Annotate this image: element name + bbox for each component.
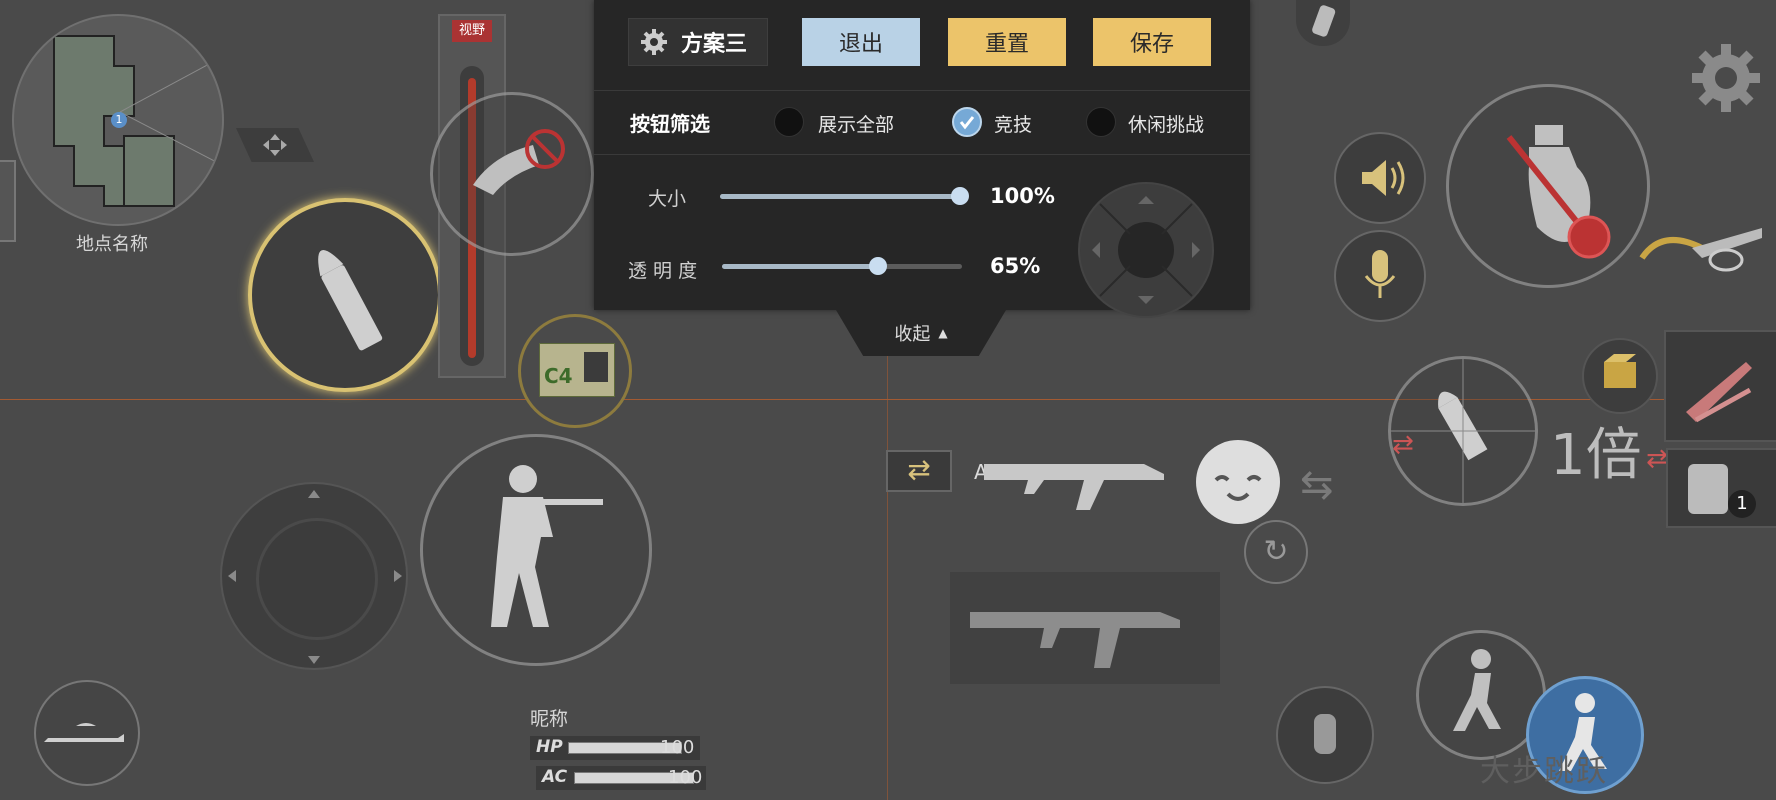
filter-show-all-radio[interactable] <box>774 107 804 137</box>
fire-button[interactable] <box>420 434 652 666</box>
sight-label: 视野 <box>452 20 492 42</box>
save-button[interactable]: 保存 <box>1093 18 1211 66</box>
backpack-button[interactable]: 1 <box>1666 448 1776 528</box>
backpack-count: 1 <box>1728 490 1756 518</box>
player-nickname: 昵称 <box>530 708 569 730</box>
size-slider-knob[interactable] <box>951 187 969 205</box>
prone-icon <box>44 723 124 742</box>
primary-weapon-slot[interactable] <box>974 432 1214 512</box>
move-joystick[interactable] <box>220 482 408 670</box>
weapon-switch-button[interactable]: ⇄ <box>886 450 952 492</box>
weapon-skill-icon[interactable] <box>1622 208 1772 308</box>
grenade-top-icon[interactable] <box>1296 0 1350 46</box>
scheme-name: 方案三 <box>681 32 748 57</box>
emote-face-button[interactable] <box>1196 440 1280 524</box>
player-marker: 1 <box>111 112 127 128</box>
filter-competitive-label: 竞技 <box>994 114 1033 136</box>
throw-button[interactable] <box>430 92 594 256</box>
dpad-arrows-icon <box>1092 196 1200 304</box>
m4-rifle-icon <box>970 612 1180 668</box>
c4-icon: C4 <box>539 343 615 397</box>
size-value: 100% <box>990 184 1055 208</box>
backpack-icon <box>1688 464 1728 514</box>
filter-competitive-radio[interactable] <box>952 107 982 137</box>
exit-button[interactable]: 退出 <box>802 18 920 66</box>
hp-value: 100 <box>660 737 695 758</box>
ammo-box-icon <box>1604 354 1636 388</box>
speaker-icon <box>1362 160 1405 196</box>
filter-casual-label: 休闲挑战 <box>1128 114 1205 136</box>
swap-arrows-right-icon: ⇄ <box>1646 444 1668 474</box>
scope-zoom-label[interactable]: 1倍 <box>1550 410 1642 491</box>
hp-row: HP 100 <box>530 736 700 760</box>
size-slider-fill <box>720 194 960 199</box>
dpad-preview[interactable] <box>1078 182 1214 318</box>
reset-button[interactable]: 重置 <box>948 18 1066 66</box>
size-slider[interactable] <box>720 187 969 205</box>
panel-divider <box>594 154 1250 155</box>
microphone-icon <box>1364 250 1396 298</box>
filter-show-all-label: 展示全部 <box>818 114 895 136</box>
prone-button[interactable] <box>34 680 140 786</box>
minimap[interactable]: 1 <box>12 14 224 226</box>
filter-casual-radio[interactable] <box>1086 107 1116 137</box>
opacity-slider[interactable] <box>722 257 962 275</box>
caret-up-icon: ▲ <box>938 326 948 340</box>
gear-icon <box>641 29 667 55</box>
button-filter-title: 按钮筛选 <box>630 112 710 136</box>
opacity-slider-fill <box>722 264 878 269</box>
left-edge-tab[interactable] <box>0 160 16 242</box>
opacity-label: 透 明 度 <box>628 260 698 282</box>
opacity-value: 65% <box>990 254 1041 278</box>
ac-value: 100 <box>668 767 703 788</box>
reload-button[interactable] <box>248 198 442 392</box>
sprint-label: 大步跳跃 <box>1480 754 1608 789</box>
hand-throw-icon <box>473 129 565 195</box>
settings-gear-icon[interactable] <box>1688 40 1764 116</box>
soldier-aim-icon <box>491 465 603 627</box>
move-arrows-icon[interactable] <box>236 128 314 162</box>
opacity-slider-knob[interactable] <box>869 257 887 275</box>
secondary-weapon-slot[interactable] <box>950 572 1220 684</box>
size-label: 大小 <box>648 188 687 210</box>
smiley-icon <box>1214 475 1262 501</box>
panel-divider <box>594 90 1250 91</box>
hp-label: HP <box>536 737 563 757</box>
knife-icon <box>1686 362 1752 423</box>
bullet-icon <box>318 249 383 351</box>
c4-button[interactable]: C4 <box>518 314 632 428</box>
speaker-button[interactable] <box>1334 132 1426 224</box>
layout-settings-panel: 方案三 退出 重置 保存 按钮筛选 展示全部 竞技 休闲挑战 大小 100% 透… <box>594 0 1250 318</box>
microphone-button[interactable] <box>1334 230 1426 322</box>
weapon-cycle-icon[interactable]: ⇆ <box>1300 462 1334 508</box>
swap-arrows-left-icon: ⇄ <box>1392 430 1414 460</box>
reload-cycle-button[interactable]: ↻ <box>1244 520 1308 584</box>
ak47-icon <box>984 464 1164 510</box>
location-name: 地点名称 <box>76 234 148 255</box>
scheme-selector[interactable]: 方案三 <box>628 18 768 66</box>
grenade-icon <box>1506 125 1611 259</box>
ac-row: AC 100 <box>536 766 706 790</box>
ammo-pack-button[interactable] <box>1582 338 1658 414</box>
grenade-small-icon <box>1314 714 1336 754</box>
crouch-button[interactable] <box>1276 686 1374 784</box>
melee-knife-button[interactable] <box>1664 330 1776 442</box>
check-icon <box>959 116 975 130</box>
grenade-button[interactable] <box>1446 84 1650 288</box>
joystick-arrows-icon <box>228 490 402 664</box>
collapse-button[interactable]: 收起 ▲ <box>836 310 1006 356</box>
runner-icon <box>1453 649 1501 731</box>
ac-label: AC <box>542 767 568 787</box>
collapse-label: 收起 <box>894 324 931 345</box>
